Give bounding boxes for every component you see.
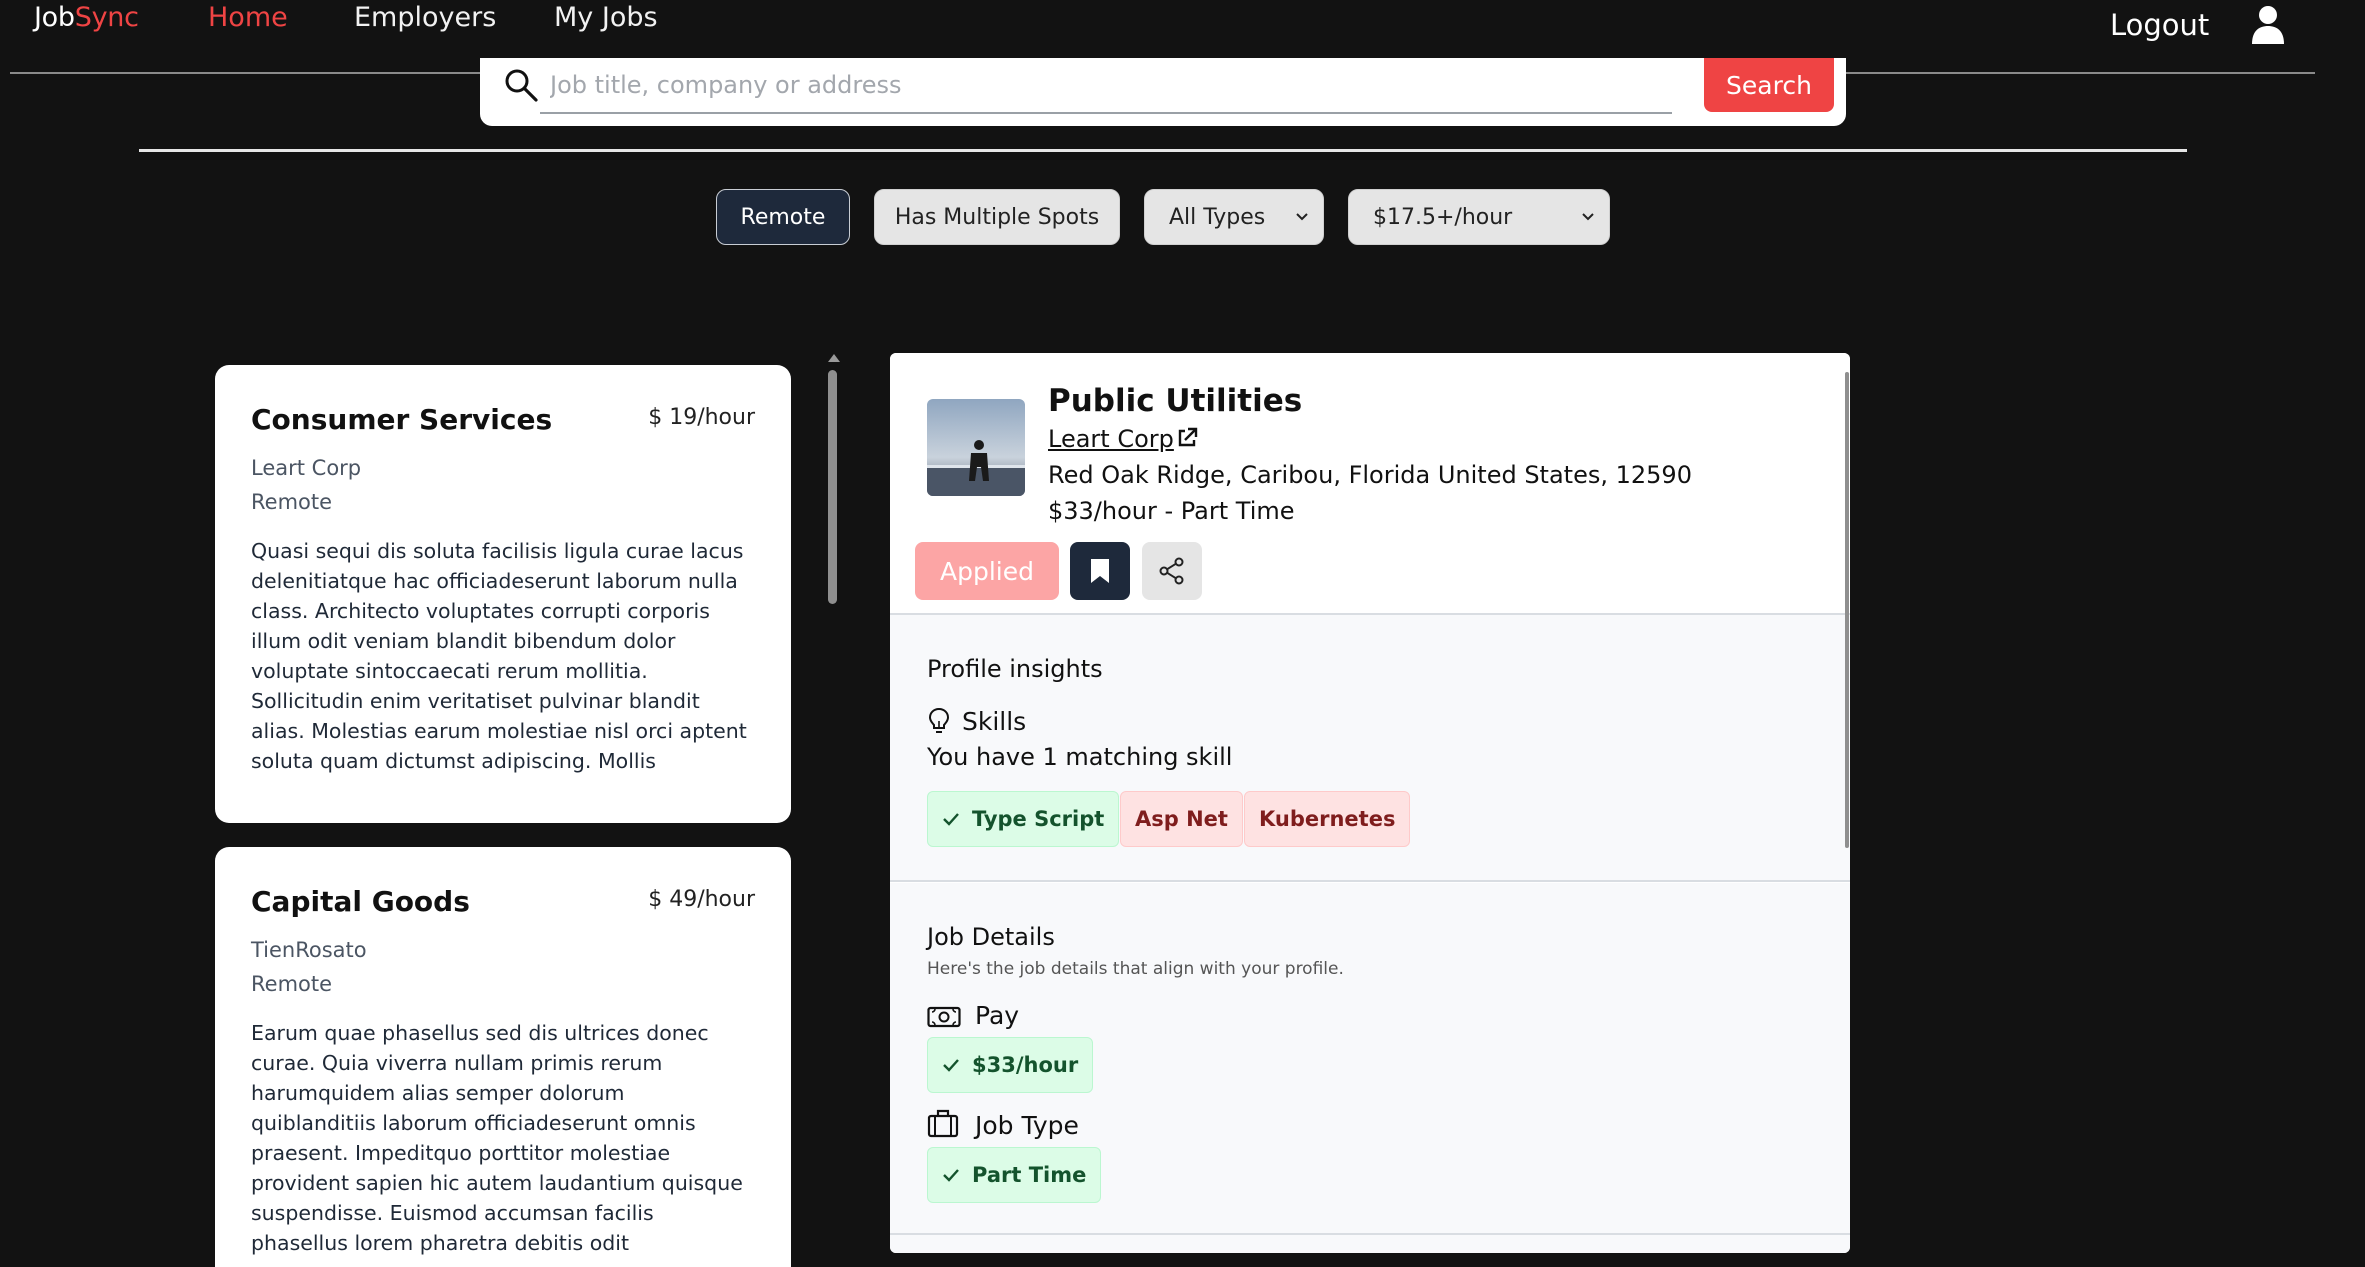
logo[interactable]: JobSync <box>34 2 139 33</box>
briefcase-icon <box>927 1109 959 1138</box>
bookmark-icon <box>1091 559 1109 583</box>
detail-panel-scrollbar[interactable] <box>1845 372 1849 848</box>
job-detail-header: Public Utilities Leart Corp Red Oak Ridg… <box>890 353 1850 614</box>
job-card-pay: $ 19/hour <box>648 405 755 430</box>
detail-divider <box>890 1233 1850 1235</box>
check-icon <box>943 813 959 826</box>
share-icon <box>1159 557 1184 585</box>
search-icon <box>505 69 538 102</box>
job-card-location: Remote <box>251 972 333 996</box>
job-card-description: Earum quae phasellus sed dis ultrices do… <box>251 1021 743 1255</box>
job-details-section: Job Details Here's the job details that … <box>890 883 1850 1253</box>
job-detail-company-link[interactable]: Leart Corp <box>1048 425 1174 453</box>
check-icon <box>943 1169 959 1182</box>
chevron-down-icon <box>1296 213 1308 221</box>
job-list-scroll-up-arrow[interactable] <box>828 354 840 362</box>
job-detail-address: Red Oak Ridge, Caribou, Florida United S… <box>1048 461 1692 489</box>
money-icon <box>927 1006 961 1028</box>
filter-multiple-spots-toggle[interactable]: Has Multiple Spots <box>874 189 1120 245</box>
skills-summary: You have 1 matching skill <box>927 743 1233 771</box>
job-type-chip: Part Time <box>927 1147 1102 1203</box>
job-card-company: Leart Corp <box>251 456 362 480</box>
profile-insights-heading: Profile insights <box>927 655 1103 683</box>
job-detail-title: Public Utilities <box>1048 383 1303 419</box>
chevron-down-icon <box>1582 213 1594 221</box>
job-type-label: Job Type <box>975 1111 1079 1140</box>
logo-part-sync: Sync <box>74 2 139 33</box>
skill-chip-label: Type Script <box>972 807 1105 831</box>
job-type-select[interactable]: All Types <box>1144 189 1324 245</box>
applied-button[interactable]: Applied <box>915 542 1059 600</box>
pay-rate-select[interactable]: $17.5+/hour <box>1348 189 1610 245</box>
job-card-description: Quasi sequi dis soluta facilisis ligula … <box>251 539 747 773</box>
check-icon <box>943 1059 959 1072</box>
skill-chip-label: Kubernetes <box>1259 807 1396 831</box>
company-logo <box>927 399 1025 496</box>
profile-insights-section: Profile insights Skills You have 1 match… <box>890 615 1850 881</box>
detail-divider <box>890 880 1850 882</box>
share-button[interactable] <box>1142 542 1202 600</box>
nav-link-home[interactable]: Home <box>208 2 288 33</box>
job-details-heading: Job Details <box>927 923 1055 951</box>
job-card-pay: $ 49/hour <box>648 887 755 912</box>
job-detail-panel: Public Utilities Leart Corp Red Oak Ridg… <box>890 353 1850 1253</box>
external-link-icon[interactable] <box>1176 427 1198 449</box>
search-input[interactable] <box>540 58 1672 114</box>
skill-chip-matched: Type Script <box>927 791 1120 847</box>
skill-chip-label: Asp Net <box>1135 807 1228 831</box>
pay-label: Pay <box>975 1001 1020 1030</box>
search-divider <box>139 149 2187 152</box>
pay-chip: $33/hour <box>927 1037 1094 1093</box>
skills-label: Skills <box>962 707 1027 736</box>
search-bar: Search <box>480 58 1846 126</box>
pay-chip-value: $33/hour <box>972 1053 1079 1077</box>
bookmark-button[interactable] <box>1070 542 1130 600</box>
job-list-scrollbar[interactable] <box>828 370 837 604</box>
job-details-subheading: Here's the job details that align with y… <box>927 959 1344 979</box>
job-type-select-value: All Types <box>1169 204 1266 230</box>
job-detail-pay-type: $33/hour - Part Time <box>1048 497 1295 525</box>
pay-rate-select-value: $17.5+/hour <box>1373 204 1513 230</box>
skill-chip-missing: Asp Net <box>1120 791 1243 847</box>
skill-chip-missing: Kubernetes <box>1244 791 1411 847</box>
company-logo-image <box>927 399 1025 496</box>
job-card[interactable]: Consumer Services $ 19/hour Leart Corp R… <box>215 365 791 823</box>
lightbulb-icon <box>928 707 950 733</box>
nav-link-my-jobs[interactable]: My Jobs <box>554 2 658 33</box>
user-icon[interactable] <box>2250 4 2286 44</box>
search-button[interactable]: Search <box>1704 58 1834 112</box>
logo-part-job: Job <box>34 2 75 33</box>
job-card-company: TienRosato <box>251 938 367 962</box>
job-type-chip-value: Part Time <box>972 1163 1087 1187</box>
job-card[interactable]: Capital Goods $ 49/hour TienRosato Remot… <box>215 847 791 1267</box>
logout-link[interactable]: Logout <box>2110 8 2209 42</box>
job-card-location: Remote <box>251 490 333 514</box>
filter-remote-toggle[interactable]: Remote <box>716 189 850 245</box>
nav-link-employers[interactable]: Employers <box>354 2 496 33</box>
